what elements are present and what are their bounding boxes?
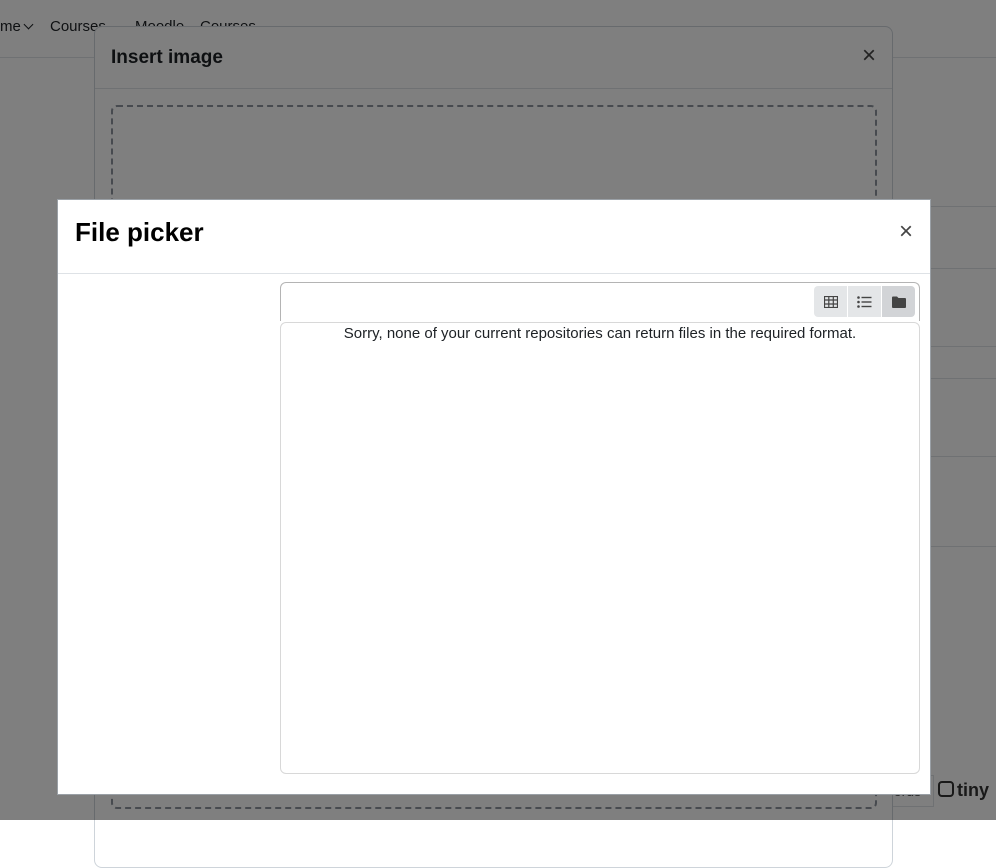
folder-icon — [891, 296, 906, 308]
close-button[interactable]: × — [896, 220, 916, 244]
tree-view-button[interactable] — [882, 286, 915, 317]
list-view-button[interactable] — [848, 286, 882, 317]
file-picker-header: File picker × — [58, 200, 930, 274]
icon-view-button[interactable] — [814, 286, 848, 317]
file-picker-toolbar — [280, 282, 920, 321]
grid-icon — [823, 295, 838, 308]
empty-repository-message: Sorry, none of your current repositories… — [343, 325, 857, 342]
file-picker-dialog: File picker × Sorry, none of your curren… — [57, 199, 931, 795]
list-icon — [857, 295, 872, 308]
file-picker-title: File picker — [75, 217, 204, 247]
view-switcher — [814, 286, 915, 317]
file-list-area: Sorry, none of your current repositories… — [280, 322, 920, 774]
